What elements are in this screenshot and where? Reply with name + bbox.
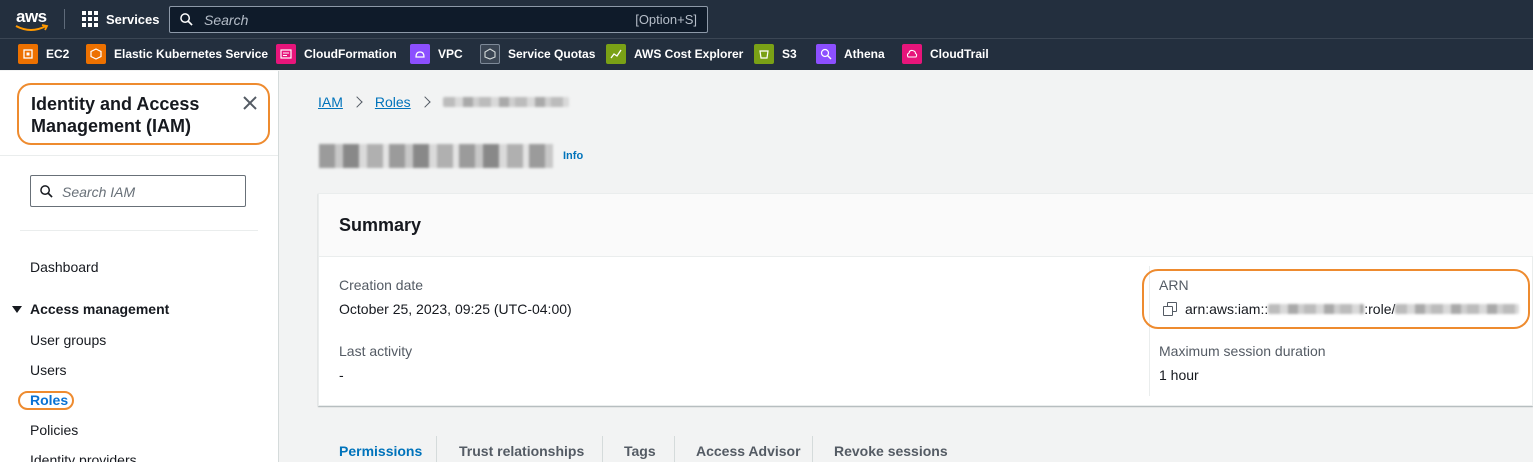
sidebar-divider (0, 155, 278, 156)
last-activity-value: - (339, 367, 344, 383)
tab-access-advisor[interactable]: Access Advisor (696, 443, 801, 459)
favorite-label: Athena (844, 47, 885, 61)
nav-divider (64, 9, 65, 29)
favorite-label: EC2 (46, 47, 70, 61)
tab-permissions[interactable]: Permissions (339, 443, 422, 459)
summary-title: Summary (339, 215, 422, 235)
aws-logo[interactable]: aws (14, 7, 50, 33)
favorite-service-quotas[interactable]: Service Quotas (480, 43, 595, 65)
s3-icon (754, 44, 774, 64)
role-name-redacted (1395, 304, 1520, 314)
eks-icon (86, 44, 106, 64)
breadcrumb: IAM Roles (318, 92, 569, 112)
sidebar-item-policies[interactable]: Policies (30, 422, 78, 438)
top-navigation: aws Services Search [Option+S] (0, 0, 1533, 38)
max-session-duration-label: Maximum session duration (1159, 343, 1326, 359)
tab-revoke-sessions[interactable]: Revoke sessions (834, 443, 948, 459)
creation-date-label: Creation date (339, 277, 424, 293)
aws-smile-icon (15, 24, 49, 31)
global-search-input[interactable]: Search [Option+S] (169, 6, 708, 33)
close-icon[interactable] (241, 94, 259, 112)
sidebar-section-label: Access management (30, 301, 170, 317)
vpc-icon (410, 44, 430, 64)
services-label: Services (106, 11, 160, 27)
favorite-label: CloudTrail (930, 47, 989, 61)
search-shortcut-hint: [Option+S] (635, 12, 697, 27)
service-quotas-icon (480, 44, 500, 64)
arn-prefix: arn:aws:iam:: (1185, 301, 1269, 317)
search-placeholder: Search (204, 12, 249, 28)
services-menu-button[interactable]: Services (82, 10, 160, 28)
summary-header: Summary (319, 194, 1533, 257)
favorite-ec2[interactable]: EC2 (18, 43, 69, 65)
favorite-vpc[interactable]: VPC (410, 43, 463, 65)
tab-separator (436, 436, 437, 462)
max-session-duration-value: 1 hour (1159, 367, 1199, 383)
last-activity-label: Last activity (339, 343, 413, 359)
search-icon (180, 13, 193, 26)
favorites-bar: EC2 Elastic Kubernetes Service CloudForm… (0, 38, 1533, 70)
role-tabs: Permissions Trust relationships Tags Acc… (318, 436, 1533, 462)
account-id-redacted (1268, 304, 1365, 314)
ec2-icon (18, 44, 38, 64)
tab-separator (674, 436, 675, 462)
favorite-label: Service Quotas (508, 47, 596, 61)
search-iam-field[interactable] (30, 175, 246, 207)
page-title-redacted (319, 144, 553, 168)
favorite-label: S3 (782, 47, 797, 61)
favorite-cloudtrail[interactable]: CloudTrail (902, 43, 989, 65)
tab-trust-relationships[interactable]: Trust relationships (459, 443, 584, 459)
chevron-right-icon (351, 96, 363, 108)
arn-highlight (1142, 269, 1530, 329)
favorite-cost-explorer[interactable]: AWS Cost Explorer (606, 43, 743, 65)
tab-separator (602, 436, 603, 462)
favorite-label: VPC (438, 47, 463, 61)
tab-tags[interactable]: Tags (624, 443, 656, 459)
sidebar-title[interactable]: Identity and Access Management (IAM) (31, 93, 231, 137)
favorite-s3[interactable]: S3 (754, 43, 797, 65)
sidebar-item-user-groups[interactable]: User groups (30, 332, 106, 348)
sidebar-item-users[interactable]: Users (30, 362, 67, 378)
creation-date-value: October 25, 2023, 09:25 (UTC-04:00) (339, 301, 572, 317)
breadcrumb-roles[interactable]: Roles (375, 94, 411, 110)
left-sidebar: Identity and Access Management (IAM) Das… (0, 71, 279, 462)
search-icon (40, 185, 53, 198)
sidebar-item-dashboard[interactable]: Dashboard (30, 259, 99, 275)
breadcrumb-role-name-redacted (442, 97, 569, 107)
sidebar-section-access-management[interactable]: Access management (12, 301, 169, 317)
athena-icon (816, 44, 836, 64)
favorite-label: AWS Cost Explorer (634, 47, 744, 61)
favorite-label: Elastic Kubernetes Service (114, 47, 269, 61)
tab-separator (812, 436, 813, 462)
favorite-label: CloudFormation (304, 47, 397, 61)
cloudtrail-icon (902, 44, 922, 64)
arn-role-part: :role/ (1364, 301, 1396, 317)
search-iam-input[interactable] (62, 182, 237, 202)
cost-explorer-icon (606, 44, 626, 64)
favorite-cloudformation[interactable]: CloudFormation (276, 43, 397, 65)
copy-icon[interactable] (1163, 302, 1177, 316)
arn-value: arn:aws:iam:: :role/ (1163, 300, 1520, 318)
sidebar-divider (20, 230, 258, 231)
cloudformation-icon (276, 44, 296, 64)
services-grid-icon (82, 11, 98, 27)
chevron-right-icon (419, 96, 431, 108)
breadcrumb-iam[interactable]: IAM (318, 94, 343, 110)
sidebar-item-roles[interactable]: Roles (30, 392, 68, 408)
sidebar-item-identity-providers[interactable]: Identity providers (30, 452, 137, 462)
favorite-eks[interactable]: Elastic Kubernetes Service (86, 43, 268, 65)
favorite-athena[interactable]: Athena (816, 43, 885, 65)
caret-down-icon (12, 305, 22, 313)
iam-title-highlight: Identity and Access Management (IAM) (17, 83, 270, 145)
info-link[interactable]: Info (563, 150, 583, 162)
